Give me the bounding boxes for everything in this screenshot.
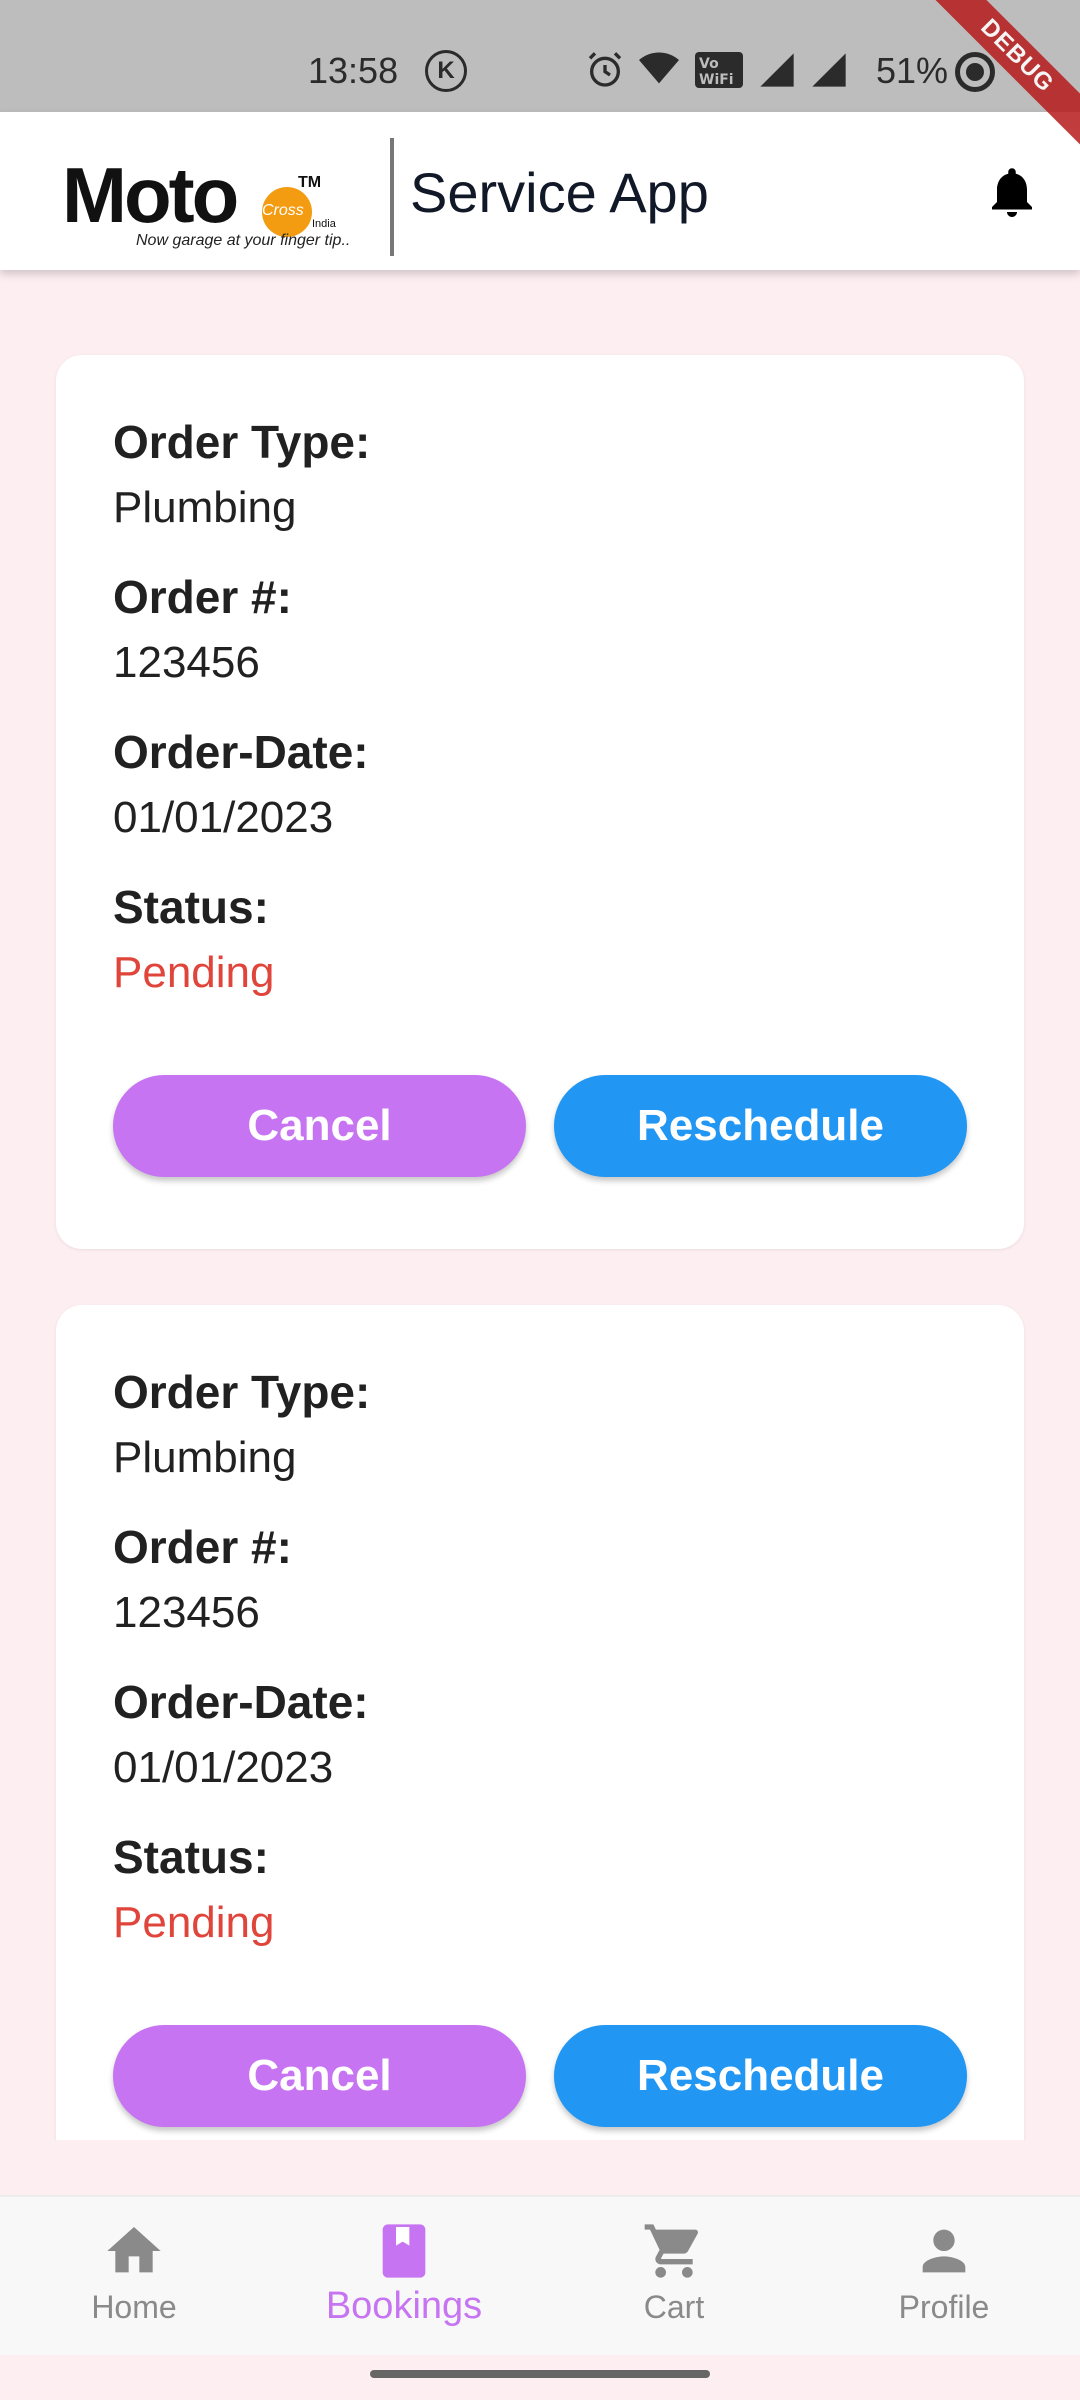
order-type-label: Order Type:: [113, 1366, 371, 1418]
cancel-button[interactable]: Cancel: [113, 2025, 526, 2127]
nav-label-cart: Cart: [643, 2289, 705, 2325]
svg-text:WiFi: WiFi: [699, 72, 734, 88]
order-date-value: 01/01/2023: [113, 793, 334, 842]
order-date-value: 01/01/2023: [113, 1743, 334, 1792]
order-type-value: Plumbing: [113, 1433, 297, 1482]
reschedule-button[interactable]: Reschedule: [554, 1075, 967, 1177]
order-number-value: 123456: [113, 638, 260, 687]
bell-icon[interactable]: [982, 160, 1042, 224]
logo-trademark: TM: [298, 174, 322, 191]
app-bar-divider: [390, 138, 394, 256]
status-time: 13:58: [308, 50, 399, 91]
cart-icon: [644, 2224, 699, 2278]
vowifi-icon: VoWiFi: [695, 52, 743, 88]
nav-item-cart[interactable]: Cart: [574, 2219, 774, 2326]
nav-label-bookings: Bookings: [325, 2285, 483, 2327]
order-type-label: Order Type:: [113, 416, 371, 468]
nav-item-bookings[interactable]: Bookings: [304, 2219, 504, 2328]
k-badge-icon: K: [425, 50, 467, 92]
app-bar: Moto Cross TM India Now garage at your f…: [0, 112, 1080, 270]
logo-name: Moto: [62, 151, 239, 239]
battery-level: 51%: [876, 50, 949, 91]
status-label: Status:: [113, 881, 269, 933]
order-date-label: Order-Date:: [113, 1676, 369, 1728]
nav-label-home: Home: [91, 2289, 177, 2325]
order-date-label: Order-Date:: [113, 726, 369, 778]
record-icon: [955, 52, 995, 92]
booking-card: Order Type: Plumbing Order #: 123456 Ord…: [56, 1305, 1024, 2140]
status-icons: Vo WiFi: [585, 48, 849, 92]
status-label: Status:: [113, 1831, 269, 1883]
order-number-label: Order #:: [113, 571, 292, 623]
status-value: Pending: [113, 1898, 275, 1947]
bookings-list[interactable]: Order Type: Plumbing Order #: 123456 Ord…: [0, 270, 1080, 2140]
order-number-value: 123456: [113, 1588, 260, 1637]
cancel-button[interactable]: Cancel: [113, 1075, 526, 1177]
signal-icon: [760, 53, 794, 87]
app-logo: Moto Cross TM India Now garage at your f…: [62, 150, 382, 250]
booking-card: Order Type: Plumbing Order #: 123456 Ord…: [56, 355, 1024, 1249]
order-type-value: Plumbing: [113, 483, 297, 532]
alarm-icon: [588, 52, 622, 87]
order-number-label: Order #:: [113, 1521, 292, 1573]
logo-mark: Cross: [262, 202, 304, 219]
wifi-icon: [639, 52, 679, 84]
bookmark-icon: [382, 2224, 426, 2278]
nav-item-profile[interactable]: Profile: [844, 2219, 1044, 2326]
svg-text:Vo: Vo: [699, 56, 719, 72]
home-icon: [107, 2227, 161, 2273]
nav-label-profile: Profile: [898, 2289, 990, 2325]
logo-country: India: [312, 218, 336, 230]
status-value: Pending: [113, 948, 275, 997]
nav-item-home[interactable]: Home: [34, 2219, 234, 2326]
reschedule-button[interactable]: Reschedule: [554, 2025, 967, 2127]
person-icon: [922, 2229, 966, 2273]
signal-icon: [812, 53, 846, 87]
home-indicator[interactable]: [370, 2370, 710, 2378]
bottom-nav: Home Bookings Cart Profile: [0, 2195, 1080, 2355]
logo-tagline: Now garage at your finger tip..: [136, 232, 351, 249]
status-bar: 13:58 K Vo WiFi 51%: [0, 0, 1080, 112]
page-title: Service App: [410, 161, 709, 224]
